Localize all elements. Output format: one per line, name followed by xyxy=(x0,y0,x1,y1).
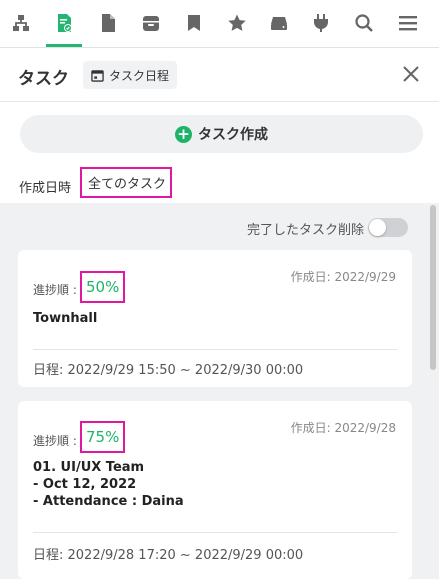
progress-value: 50% xyxy=(80,271,126,303)
card-divider xyxy=(33,349,397,350)
task-schedule: 日程: 2022/9/28 17:20 ~ 2022/9/29 00:00 xyxy=(33,548,304,563)
task-title: 01. UI/UX Team - Oct 12, 2022 - Attendan… xyxy=(33,460,184,509)
task-card[interactable]: 作成日: 2022/9/28 進捗順 : 75% 01. UI/UX Team … xyxy=(18,401,412,579)
document-icon[interactable] xyxy=(86,0,130,46)
panel-header: タスク タスク日程 xyxy=(0,48,439,102)
delete-completed-toggle[interactable] xyxy=(368,218,408,237)
plugin-icon[interactable] xyxy=(299,0,343,46)
storage-icon[interactable] xyxy=(257,0,301,46)
close-icon[interactable] xyxy=(401,64,421,84)
delete-completed-label: 完了したタスク削除 xyxy=(247,223,365,238)
task-card[interactable]: 作成日: 2022/9/29 進捗順 : 50% Townhall 日程: 20… xyxy=(18,250,412,387)
scrollbar[interactable] xyxy=(430,205,436,370)
created-date: 作成日: 2022/9/29 xyxy=(290,270,396,284)
bookmark-icon[interactable] xyxy=(172,0,216,46)
progress-value: 75% xyxy=(80,421,126,453)
create-task-label: タスク作成 xyxy=(198,127,268,143)
task-schedule: 日程: 2022/9/29 15:50 ~ 2022/9/30 00:00 xyxy=(33,363,304,378)
task-schedule-label: タスク日程 xyxy=(109,68,170,83)
menu-icon[interactable] xyxy=(386,0,430,46)
created-date: 作成日: 2022/9/28 xyxy=(290,421,396,435)
search-icon[interactable] xyxy=(342,0,386,46)
plus-icon: + xyxy=(175,125,192,143)
org-chart-icon[interactable] xyxy=(0,0,43,46)
create-task-button[interactable]: + タスク作成 xyxy=(20,115,423,153)
filter-select[interactable]: 全てのタスク xyxy=(80,167,172,198)
top-toolbar xyxy=(0,0,439,48)
card-divider xyxy=(33,532,397,533)
toggle-knob xyxy=(369,219,386,236)
task-title: Townhall xyxy=(33,311,98,326)
task-icon[interactable] xyxy=(42,0,86,47)
star-icon[interactable] xyxy=(215,0,259,46)
progress-label: 進捗順 : xyxy=(33,434,77,448)
task-schedule-button[interactable]: タスク日程 xyxy=(83,61,178,89)
page-title: タスク xyxy=(18,69,69,89)
calendar-icon xyxy=(91,69,104,82)
filter-label: 作成日時 xyxy=(19,181,72,196)
progress-label: 進捗順 : xyxy=(33,283,77,297)
archive-icon[interactable] xyxy=(129,0,173,46)
